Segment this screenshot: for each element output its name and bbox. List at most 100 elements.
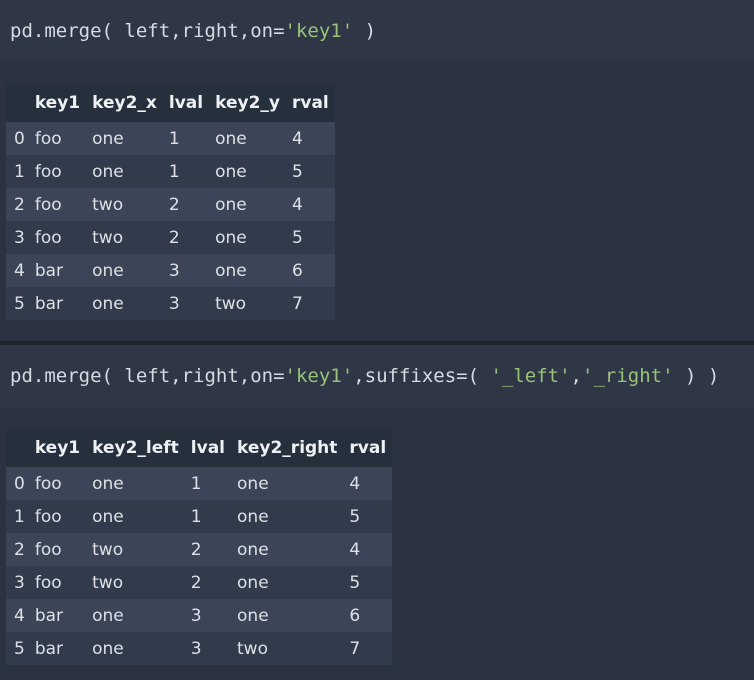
column-header: rval [349, 438, 387, 458]
table-cell: 6 [349, 605, 361, 626]
table-cell: one [92, 605, 124, 626]
row-index: 4 [14, 260, 25, 281]
table-cell: 5 [349, 572, 361, 593]
table-row: 0 foo one 1 one 4 [6, 122, 335, 155]
table-cell: 2 [190, 539, 202, 560]
table-row: 1 foo one 1 one 5 [6, 500, 393, 533]
table-cell: 1 [190, 506, 202, 527]
row-index: 3 [14, 572, 25, 593]
table-cell: two [237, 638, 268, 659]
code-text: ) [353, 20, 377, 42]
table-cell: 6 [291, 260, 303, 281]
table-row: 3 foo two 2 one 5 [6, 566, 393, 599]
table-cell: one [215, 128, 247, 149]
table-cell: one [92, 293, 124, 314]
table-cell: foo [34, 473, 62, 494]
column-header: rval [291, 93, 329, 113]
code-string: 'key1' [284, 365, 354, 387]
table-cell: one [92, 473, 124, 494]
table-cell: one [215, 227, 247, 248]
index-header [6, 84, 29, 122]
table-cell: 7 [349, 638, 361, 659]
column-header: key1 [34, 438, 81, 458]
code-cell-2[interactable]: pd.merge( left,right,on='key1' ,suffixes=… [0, 345, 754, 407]
table-cell: 5 [291, 227, 303, 248]
merge-result-table-1: key1 key2_x lval key2_y rval 0 foo one 1 one… [6, 84, 335, 320]
table-cell: one [215, 194, 247, 215]
column-header: key2_x [92, 93, 157, 113]
table-row: 4 bar one 3 one 6 [6, 599, 393, 632]
table-cell: foo [34, 227, 62, 248]
table-cell: 4 [291, 128, 303, 149]
table-cell: 3 [168, 293, 180, 314]
table-cell: one [215, 161, 247, 182]
column-header: key2_y [215, 93, 280, 113]
code-text: ,suffixes=( [353, 365, 491, 387]
table-cell: foo [34, 194, 62, 215]
table-cell: 1 [168, 128, 180, 149]
table-cell: one [92, 506, 124, 527]
table-cell: foo [34, 128, 62, 149]
code-text: ) ) [673, 365, 720, 387]
table-cell: one [215, 260, 247, 281]
code-string: '_right' [582, 365, 674, 387]
code-text: , [570, 365, 582, 387]
table-cell: 3 [168, 260, 180, 281]
table-cell: bar [34, 293, 64, 314]
table-cell: bar [34, 605, 64, 626]
output-cell-1: key1 key2_x lval key2_y rval 0 foo one 1 one… [0, 62, 754, 341]
table-cell: two [92, 539, 124, 560]
table-cell: 5 [291, 161, 303, 182]
table-cell: 3 [190, 638, 202, 659]
row-index: 0 [14, 473, 25, 494]
table-body: 0 foo one 1 one 4 1 foo one 1 one 5 2 foo two 2 one 4 3 foo… [6, 122, 335, 320]
table-cell: 7 [291, 293, 303, 314]
table-header-row: key1 key2_left lval key2_right rval [6, 429, 393, 467]
table-row: 0 foo one 1 one 4 [6, 467, 393, 500]
table-cell: 4 [349, 539, 361, 560]
table-row: 5 bar one 3 two 7 [6, 632, 393, 665]
table-cell: two [92, 572, 124, 593]
row-index: 1 [14, 506, 25, 527]
merge-result-table-2: key1 key2_left lval key2_right rval 0 foo… [6, 429, 393, 665]
table-cell: two [215, 293, 247, 314]
row-index: 0 [14, 128, 25, 149]
table-cell: one [237, 539, 269, 560]
table-cell: 1 [190, 473, 202, 494]
table-cell: one [237, 506, 269, 527]
table-body: 0 foo one 1 one 4 1 foo one 1 one 5 2 foo two 2 one 4 3 foo… [6, 467, 393, 665]
column-header: key2_left [92, 438, 179, 458]
table-cell: foo [34, 539, 62, 560]
column-header: key1 [34, 93, 81, 113]
table-header-row: key1 key2_x lval key2_y rval [6, 84, 335, 122]
table-cell: 5 [349, 506, 361, 527]
code-cell-1[interactable]: pd.merge( left,right,on='key1' ) [0, 0, 754, 62]
table-cell: one [92, 638, 124, 659]
code-text: pd.merge( left,right,on= [10, 20, 285, 42]
index-header [6, 429, 29, 467]
table-cell: 4 [349, 473, 361, 494]
table-row: 3 foo two 2 one 5 [6, 221, 335, 254]
row-index: 2 [14, 539, 25, 560]
table-cell: one [237, 572, 269, 593]
table-row: 2 foo two 2 one 4 [6, 188, 335, 221]
table-cell: bar [34, 638, 64, 659]
table-cell: foo [34, 572, 62, 593]
table-cell: 4 [291, 194, 303, 215]
column-header: lval [168, 93, 204, 113]
row-index: 5 [14, 293, 25, 314]
table-cell: 2 [168, 194, 180, 215]
table-cell: 3 [190, 605, 202, 626]
code-string: '_left' [490, 365, 571, 387]
table-cell: one [237, 473, 269, 494]
table-row: 4 bar one 3 one 6 [6, 254, 335, 287]
table-row: 1 foo one 1 one 5 [6, 155, 335, 188]
column-header: key2_right [237, 438, 338, 458]
table-row: 2 foo two 2 one 4 [6, 533, 393, 566]
row-index: 2 [14, 194, 25, 215]
table-cell: two [92, 194, 124, 215]
table-cell: foo [34, 506, 62, 527]
row-index: 5 [14, 638, 25, 659]
table-cell: one [92, 161, 124, 182]
row-index: 4 [14, 605, 25, 626]
